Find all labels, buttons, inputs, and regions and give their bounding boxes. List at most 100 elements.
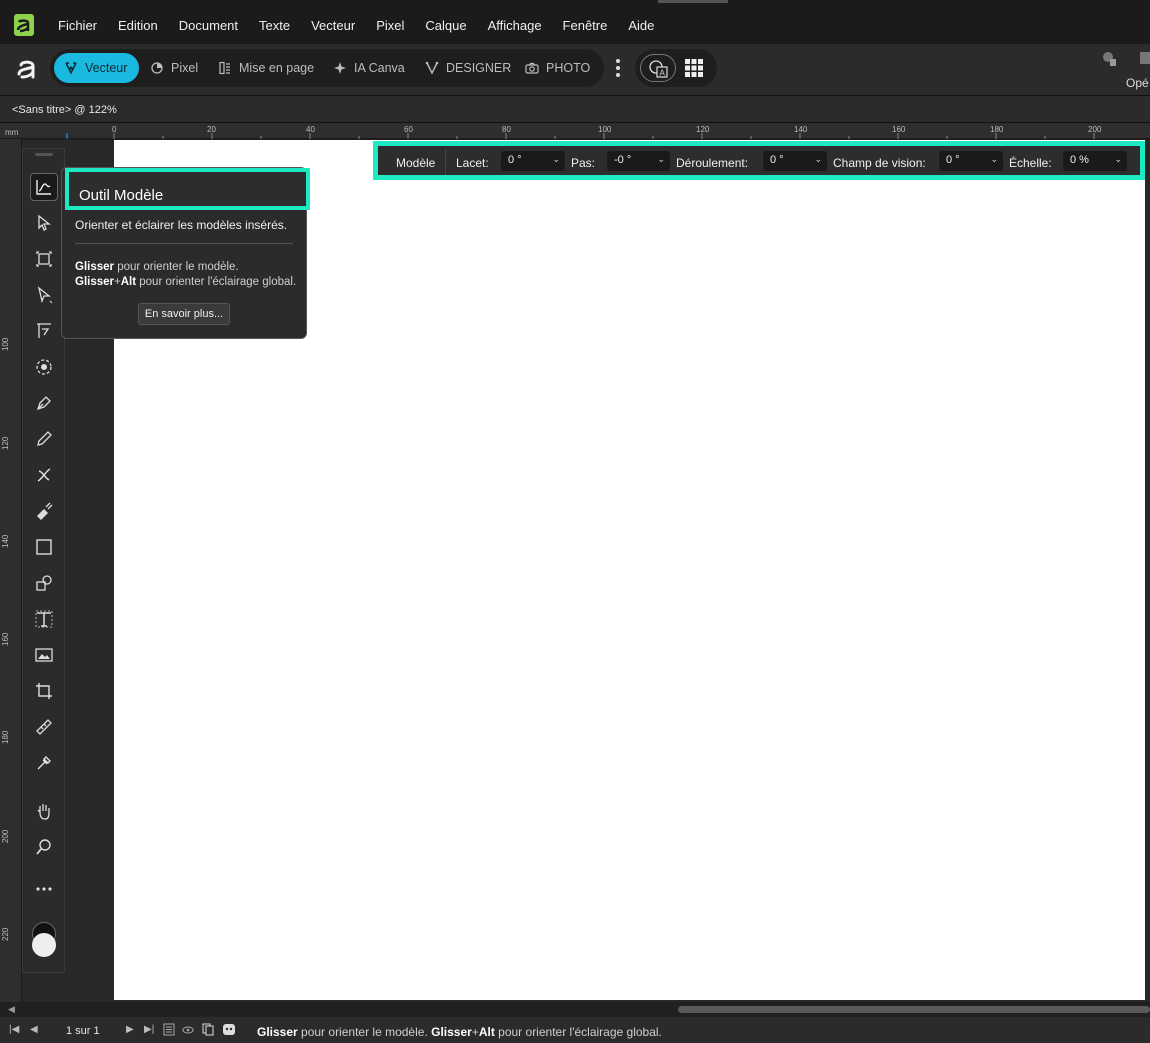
persona-photo[interactable]: PHOTO bbox=[525, 53, 590, 83]
pas-dropdown[interactable]: -0 ° ⌄ bbox=[607, 151, 670, 171]
persona-mise-en-page[interactable]: Mise en page bbox=[218, 53, 314, 83]
lasso-tool-icon bbox=[36, 359, 52, 375]
duplicate-page-icon[interactable] bbox=[202, 1023, 214, 1036]
first-page-icon[interactable]: |◀ bbox=[9, 1024, 19, 1035]
text-tool-icon bbox=[35, 610, 53, 628]
more-options-icon[interactable] bbox=[612, 59, 624, 81]
hand-tool-icon bbox=[37, 804, 50, 820]
operations-panel-stub[interactable]: Opé bbox=[1100, 50, 1150, 90]
champ-vision-dropdown[interactable]: 0 ° ⌄ bbox=[939, 151, 1003, 171]
tools-panel bbox=[22, 148, 65, 973]
shapes-icon bbox=[1103, 52, 1150, 66]
lasso-tool[interactable] bbox=[30, 353, 58, 381]
persona-label: Pixel bbox=[171, 61, 199, 75]
document-tab[interactable]: <Sans titre> @ 122% bbox=[12, 104, 117, 116]
persona-vecteur[interactable]: Vecteur bbox=[54, 53, 140, 83]
move-tool[interactable] bbox=[30, 209, 58, 237]
pen-tool[interactable] bbox=[30, 389, 58, 417]
ruler-tick-label: 120 bbox=[1, 436, 10, 450]
vector-persona-icon bbox=[65, 62, 77, 75]
document-tab-bar: <Sans titre> @ 122% bbox=[0, 96, 1150, 123]
tooltip-description: Orienter et éclairer les modèles insérés… bbox=[75, 218, 288, 232]
menu-aide[interactable]: Aide bbox=[628, 18, 654, 33]
next-page-icon[interactable]: ▶ bbox=[126, 1024, 134, 1035]
status-bar: |◀ ◀ 1 sur 1 ▶ ▶| Glisser pour orienter … bbox=[0, 1017, 1150, 1043]
more-tools[interactable] bbox=[30, 875, 58, 903]
chevron-down-icon: ⌄ bbox=[552, 154, 560, 164]
echelle-dropdown[interactable]: 0 % ⌄ bbox=[1063, 151, 1127, 171]
more-tools-icon bbox=[36, 887, 52, 891]
chevron-down-icon: ⌄ bbox=[657, 154, 665, 164]
scroll-left-icon[interactable]: ◀ bbox=[8, 1004, 15, 1015]
ruler-tick-label: 140 bbox=[1, 534, 10, 548]
ruler-unit-label: mm bbox=[5, 128, 19, 137]
previous-page-icon[interactable]: ◀ bbox=[30, 1024, 38, 1035]
persona-label: DESIGNER bbox=[446, 61, 512, 75]
text-frame-mode-button[interactable]: A bbox=[640, 54, 676, 82]
vector-brush-tool-icon bbox=[37, 468, 51, 482]
persona-label: IA Canva bbox=[354, 61, 405, 75]
grid-view-icon[interactable] bbox=[684, 58, 704, 78]
persona-label: Vecteur bbox=[85, 61, 128, 75]
persona-ia-canva[interactable]: IA Canva bbox=[333, 53, 405, 83]
pencil-tool[interactable] bbox=[30, 425, 58, 453]
image-tool[interactable] bbox=[30, 641, 58, 669]
persona-label: Mise en page bbox=[239, 61, 315, 75]
image-tool-icon bbox=[35, 648, 53, 662]
affinity-logo-icon[interactable] bbox=[14, 56, 40, 82]
model-tool-icon bbox=[36, 180, 51, 195]
lacet-value: 0 ° bbox=[508, 154, 522, 166]
zoom-tool[interactable] bbox=[30, 833, 58, 861]
menu-document[interactable]: Document bbox=[179, 18, 238, 33]
chevron-down-icon: ⌄ bbox=[1114, 154, 1122, 164]
menu-vecteur[interactable]: Vecteur bbox=[311, 18, 355, 33]
lacet-dropdown[interactable]: 0 ° ⌄ bbox=[501, 151, 565, 171]
persona-designer[interactable]: DESIGNER bbox=[425, 53, 511, 83]
page-list-icon[interactable] bbox=[163, 1023, 175, 1036]
panel-grip[interactable] bbox=[35, 153, 53, 156]
measure-tool[interactable] bbox=[30, 713, 58, 741]
menu-fichier[interactable]: Fichier bbox=[58, 18, 97, 33]
divider bbox=[75, 243, 293, 244]
tool-tooltip: Outil Modèle Orienter et éclairer les mo… bbox=[61, 167, 310, 339]
text-tool[interactable] bbox=[30, 605, 58, 633]
fill-color-swatch[interactable] bbox=[32, 933, 56, 957]
crop-tool[interactable] bbox=[30, 677, 58, 705]
corner-tool[interactable] bbox=[30, 317, 58, 345]
window-title-indicator bbox=[658, 0, 728, 3]
menu-edition[interactable]: Edition bbox=[118, 18, 158, 33]
move-tool-icon bbox=[38, 214, 51, 231]
operations-label: Opé bbox=[1126, 76, 1149, 90]
model-label[interactable]: Modèle bbox=[388, 149, 447, 175]
model-tool[interactable] bbox=[30, 173, 58, 201]
fill-tool[interactable] bbox=[30, 497, 58, 525]
menu-calque[interactable]: Calque bbox=[425, 18, 466, 33]
menu-fenetre[interactable]: Fenêtre bbox=[563, 18, 608, 33]
page-indicator: 1 sur 1 bbox=[66, 1025, 100, 1037]
rectangle-tool[interactable] bbox=[30, 533, 58, 561]
ruler-tick-label: 220 bbox=[1, 927, 10, 941]
hand-tool[interactable] bbox=[30, 797, 58, 825]
learn-more-button[interactable]: En savoir plus... bbox=[138, 303, 230, 325]
last-page-icon[interactable]: ▶| bbox=[144, 1024, 154, 1035]
horizontal-scrollbar[interactable]: ◀ bbox=[0, 1002, 1150, 1017]
lacet-label: Lacet: bbox=[456, 156, 489, 170]
menu-texte[interactable]: Texte bbox=[259, 18, 290, 33]
chevron-down-icon: ⌄ bbox=[990, 154, 998, 164]
node-tool-icon bbox=[37, 286, 53, 304]
node-tool[interactable] bbox=[30, 281, 58, 309]
menu-pixel[interactable]: Pixel bbox=[376, 18, 404, 33]
view-icon[interactable] bbox=[182, 1023, 194, 1036]
pas-label: Pas: bbox=[571, 156, 596, 170]
designer-pen-icon bbox=[425, 61, 439, 75]
artboard-tool[interactable] bbox=[30, 245, 58, 273]
deroulement-dropdown[interactable]: 0 ° ⌄ bbox=[763, 151, 827, 171]
scrollbar-thumb[interactable] bbox=[678, 1006, 1150, 1013]
menu-affichage[interactable]: Affichage bbox=[488, 18, 542, 33]
vector-brush-tool[interactable] bbox=[30, 461, 58, 489]
shape-tool[interactable] bbox=[30, 569, 58, 597]
persona-pixel[interactable]: Pixel bbox=[150, 53, 198, 83]
color-picker-tool-icon bbox=[37, 756, 51, 770]
ruler-vertical: 100 120 140 160 180 200 220 bbox=[0, 139, 22, 1009]
color-picker-tool[interactable] bbox=[30, 749, 58, 777]
